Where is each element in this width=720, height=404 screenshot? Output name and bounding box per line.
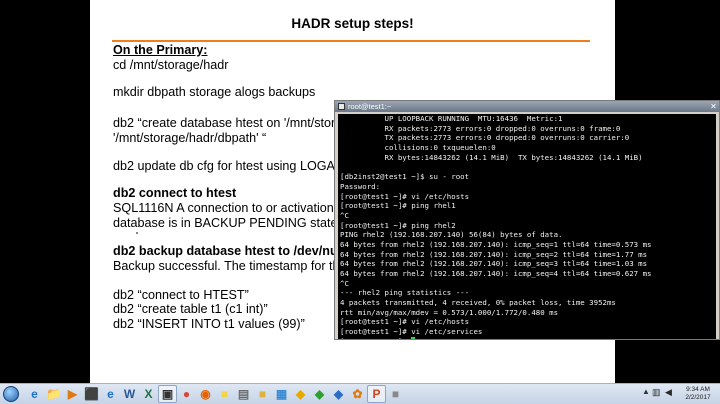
firefox-icon: ◉ (200, 387, 211, 401)
sticky-notes-icon: ■ (220, 387, 229, 401)
terminal-line: ^C (340, 210, 349, 220)
terminal-line: 64 bytes from rhel2 (192.168.207.140): i… (340, 239, 652, 249)
terminal-line: [root@test1 ~]# ping rhel1 (340, 201, 456, 211)
terminal-line: PING rhel2 (192.168.207.140) 56(84) byte… (340, 230, 563, 240)
terminal-line: [root@test1 ~]# vi /etc/hosts (340, 317, 470, 327)
terminal-line: [root@test1 ~]# (340, 336, 651, 339)
slide-line: mkdir dbpath storage alogs backups (113, 85, 316, 99)
slide-line: db2 “INSERT INTO t1 values (99)” (113, 317, 305, 331)
media-player-icon: ▶ (67, 387, 78, 401)
slide-line: database is in BACKUP PENDING state. (113, 216, 341, 230)
terminal-output: UP LOOPBACK RUNNING MTU:16436 Metric:1 R… (340, 114, 651, 339)
folder-taskbar-button[interactable]: ■ (253, 385, 272, 403)
slide-line: db2 update db cfg for htest using LOGAR (113, 159, 345, 173)
screen-tool-taskbar-button[interactable]: ▦ (272, 385, 291, 403)
excel-taskbar-button[interactable]: X (139, 385, 158, 403)
app-orange-taskbar-button[interactable]: ✿ (348, 385, 367, 403)
firefox-taskbar-button[interactable]: ◉ (196, 385, 215, 403)
explorer-icon: 📁 (46, 387, 61, 401)
windows-orb-icon (3, 386, 19, 402)
terminal-titlebar[interactable]: root@test1:~ ✕ (335, 101, 719, 112)
app-yellow-icon: ◆ (295, 387, 306, 401)
ie-taskbar-button[interactable]: e (25, 385, 44, 403)
app-orange-icon: ✿ (352, 387, 363, 401)
network-taskbar-button[interactable]: ⬛ (82, 385, 101, 403)
terminal-line: UP LOOPBACK RUNNING MTU:16436 Metric:1 (340, 114, 563, 123)
slide-line: Backup successful. The timestamp for thi… (113, 259, 349, 273)
terminal-taskbar-button[interactable]: ▣ (158, 385, 177, 403)
unknown-app-icon: ■ (391, 387, 400, 401)
terminal-line: rtt min/avg/max/mdev = 0.573/1.000/1.772… (340, 307, 559, 317)
app-blue-icon: ◆ (333, 387, 344, 401)
network-icon: ⬛ (84, 387, 99, 401)
slide-title: HADR setup steps! (291, 16, 414, 31)
word-icon: W (123, 387, 136, 401)
volume-icon[interactable]: ◀ (665, 387, 672, 398)
slide-line: db2 “create table t1 (c1 int)” (113, 302, 268, 316)
slide-line: On the Primary: (113, 43, 208, 57)
folder-icon: ■ (258, 387, 267, 401)
excel-icon: X (144, 387, 153, 401)
clock-date: 2/2/2017 (685, 394, 711, 401)
slide-line: cd /mnt/storage/hadr (113, 58, 229, 72)
terminal-line: [root@test1 ~]# ping rhel2 (340, 220, 456, 230)
terminal-screen[interactable]: UP LOOPBACK RUNNING MTU:16436 Metric:1 R… (338, 114, 716, 339)
ie-icon: e (31, 387, 38, 401)
powerpoint-taskbar-button[interactable]: P (367, 385, 386, 403)
vmware-icon: ▤ (237, 387, 250, 401)
terminal-window[interactable]: root@test1:~ ✕ UP LOOPBACK RUNNING MTU:1… (334, 100, 720, 340)
slide-line: '/mnt/storage/hadr/dbpath' “ (113, 131, 267, 145)
app-yellow-taskbar-button[interactable]: ◆ (291, 385, 310, 403)
slide-artifact (136, 232, 138, 234)
title-underline (112, 40, 590, 42)
terminal-icon: ▣ (161, 387, 174, 401)
media-player-taskbar-button[interactable]: ▶ (63, 385, 82, 403)
system-clock[interactable]: 9:34 AM 2/2/2017 (678, 386, 718, 402)
terminal-line: 64 bytes from rhel2 (192.168.207.140): i… (340, 269, 652, 278)
terminal-title: root@test1:~ (348, 102, 392, 111)
terminal-line: [root@test1 ~]# vi /etc/hosts (340, 191, 470, 201)
powerpoint-icon: P (372, 387, 381, 401)
terminal-line: 64 bytes from rhel2 (192.168.207.140): i… (340, 249, 648, 259)
start-button[interactable] (2, 385, 20, 403)
chrome-icon: ● (182, 387, 191, 401)
app-green-icon: ◆ (314, 387, 325, 401)
terminal-line: [db2inst2@test1 ~]$ su - root (340, 172, 470, 182)
screen-tool-icon: ▦ (275, 387, 288, 401)
network-icon[interactable]: ▥ (652, 387, 661, 398)
chrome-taskbar-button[interactable]: ● (177, 385, 196, 403)
ie-2-icon: e (107, 387, 114, 401)
clock-time: 9:34 AM (686, 386, 710, 393)
slide-line: SQL1116N A connection to or activation o (113, 201, 345, 215)
terminal-line: [root@test1 ~]# vi /etc/services (340, 327, 483, 337)
taskbar: e 📁 ▶ ⬛ e W X ▣ ● ◉ ■ ▤ ■ ▦ ◆ ◆ ◆ ✿ P ■ ▲ ▥ ◀ 9:34 AM 2/2/2… (0, 383, 720, 404)
ie-2-taskbar-button[interactable]: e (101, 385, 120, 403)
terminal-line: --- rhel2 ping statistics --- (340, 288, 470, 298)
terminal-app-icon (338, 103, 345, 110)
unknown-app-taskbar-button[interactable]: ■ (386, 385, 405, 403)
slide-line: db2 connect to htest (113, 186, 237, 200)
terminal-line: TX packets:2773 errors:0 dropped:0 overr… (340, 133, 630, 143)
show-hidden-icons-icon[interactable]: ▲ (642, 387, 650, 396)
sticky-notes-taskbar-button[interactable]: ■ (215, 385, 234, 403)
terminal-line: Password: (340, 181, 381, 191)
word-taskbar-button[interactable]: W (120, 385, 139, 403)
explorer-taskbar-button[interactable]: 📁 (44, 385, 63, 403)
slide-line: db2 “create database htest on '/mnt/stor… (113, 116, 343, 130)
terminal-line: ^C (340, 278, 349, 288)
terminal-line: RX packets:2773 errors:0 dropped:0 overr… (340, 123, 621, 133)
close-icon[interactable]: ✕ (709, 102, 718, 111)
terminal-cursor (411, 336, 416, 339)
app-blue-taskbar-button[interactable]: ◆ (329, 385, 348, 403)
terminal-line: RX bytes:14843262 (14.1 MiB) TX bytes:14… (340, 152, 643, 162)
terminal-line: 4 packets transmitted, 4 received, 0% pa… (340, 298, 616, 308)
slide-line: db2 backup database htest to /dev/null (113, 244, 345, 258)
slide-line: db2 “connect to HTEST” (113, 288, 249, 302)
terminal-line: collisions:0 txqueuelen:0 (340, 143, 496, 153)
app-green-taskbar-button[interactable]: ◆ (310, 385, 329, 403)
terminal-line: 64 bytes from rhel2 (192.168.207.140): i… (340, 259, 648, 269)
vmware-taskbar-button[interactable]: ▤ (234, 385, 253, 403)
